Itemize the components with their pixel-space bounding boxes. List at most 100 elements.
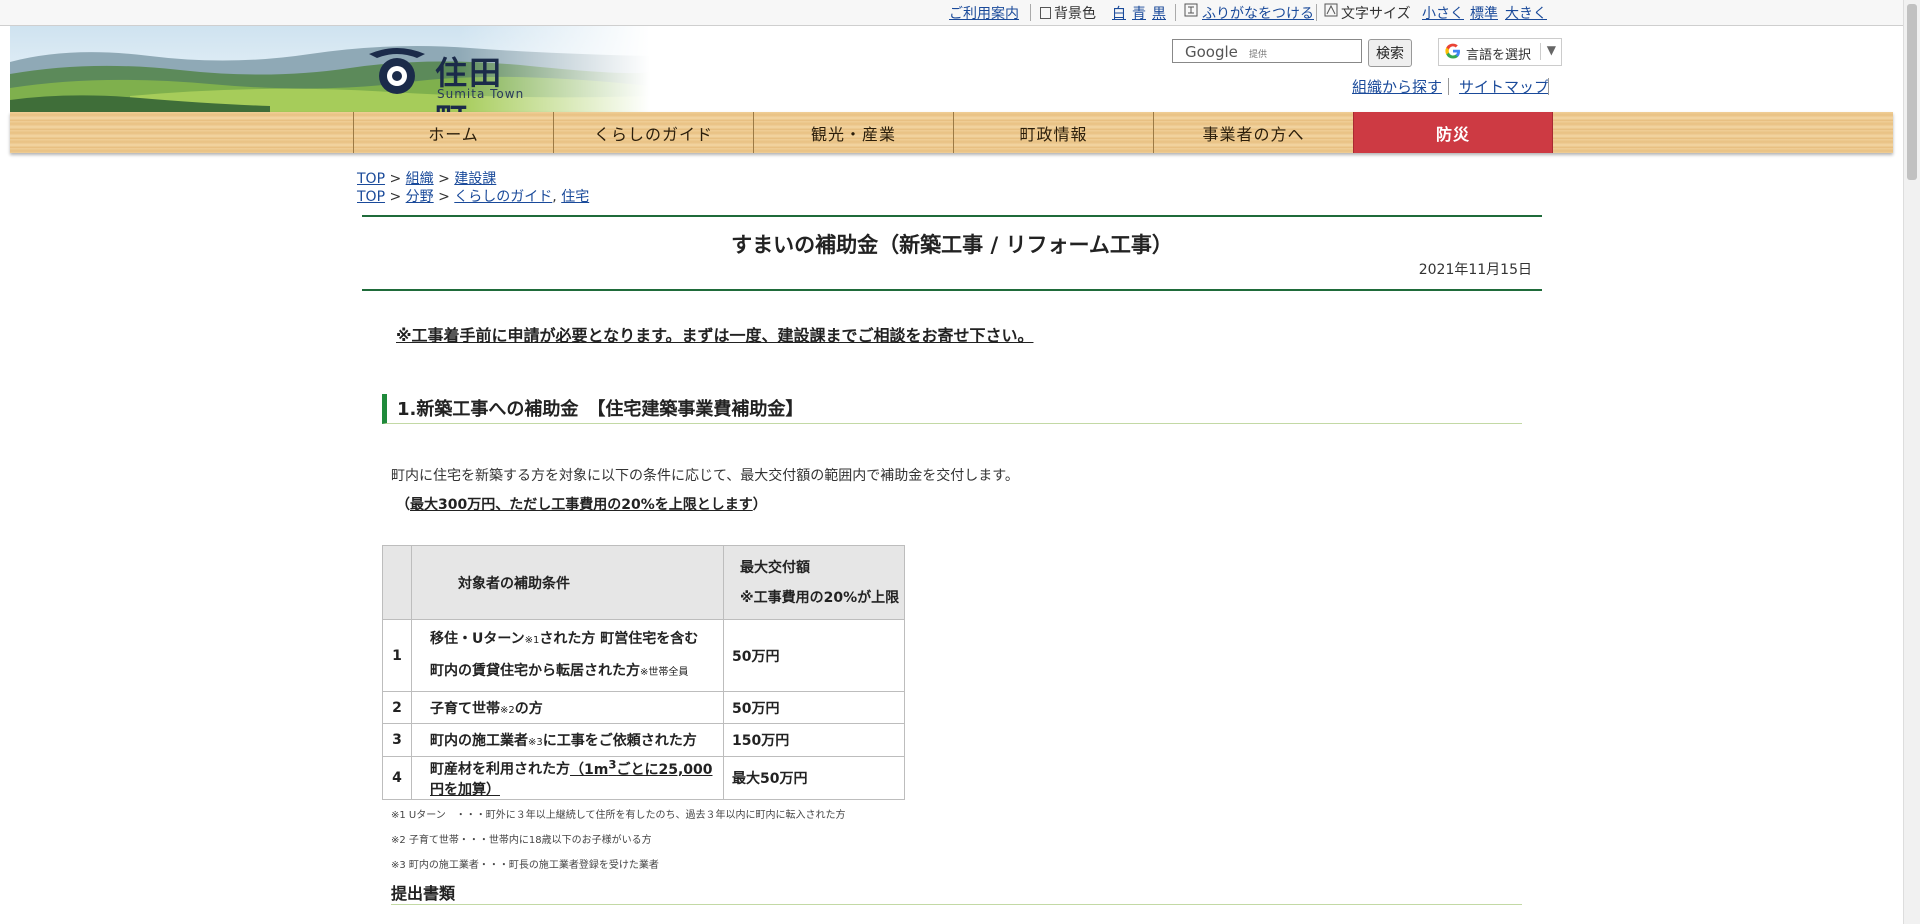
logo-subtext: Sumita Town <box>437 87 525 101</box>
page-scrollbar[interactable] <box>1903 0 1920 924</box>
breadcrumb-sep: > <box>433 189 455 205</box>
font-standard-link[interactable]: 標準 <box>1470 3 1498 23</box>
search-brand: Google <box>1185 43 1238 61</box>
condition-text: 町内の賃貸住宅から転居された方 <box>430 662 640 679</box>
intro-text: 町内に住宅を新築する方を対象に以下の条件に応じて、最大交付額の範囲内で補助金を交… <box>391 468 1019 484</box>
breadcrumb-org[interactable]: 組織 <box>406 171 434 187</box>
row-amount: 150万円 <box>723 723 905 757</box>
table-header-condition: 対象者の補助条件 <box>411 545 724 620</box>
breadcrumb: TOP > 分野 > くらしのガイド, 住宅 <box>357 186 589 206</box>
max-amount-text: 最大300万円、ただし工事費用の20%を上限とします <box>410 497 753 513</box>
condition-note: ※3 <box>528 737 543 748</box>
title-top-rule <box>362 215 1542 217</box>
breadcrumb-housing[interactable]: 住宅 <box>561 189 589 205</box>
application-notice: ※工事着手前に申請が必要となります。まずは一度、建設課までご相談をお寄せ下さい。 <box>396 326 1034 345</box>
search-brand-sub: 提供 <box>1249 50 1268 60</box>
chevron-down-icon: ▼ <box>1546 43 1556 57</box>
town-emblem-icon <box>369 48 425 94</box>
bg-blue-link[interactable]: 青 <box>1132 3 1146 23</box>
divider <box>1030 4 1031 21</box>
breadcrumb: TOP > 組織 > 建設課 <box>357 168 496 188</box>
guide-link[interactable]: ご利用案内 <box>949 3 1019 23</box>
nav-business[interactable]: 事業者の方へ <box>1153 112 1353 153</box>
footnote: ※2 子育て世帯・・・世帯内に18歳以下のお子様がいる方 <box>391 835 652 846</box>
scrollbar-thumb[interactable] <box>1907 4 1917 180</box>
bg-color-icon <box>1040 7 1051 19</box>
row-condition: 移住・Uターン※1された方 町営住宅を含む 町内の賃貸住宅から転居された方※世帯… <box>411 619 724 692</box>
condition-note: ※世帯全員 <box>640 666 689 678</box>
section-heading: 提出書類 <box>391 878 1522 905</box>
max-amount-note: （最大300万円、ただし工事費用の20%を上限とします） <box>396 494 767 514</box>
breadcrumb-sep: > <box>433 171 455 187</box>
table-row: 2 子育て世帯※2の方 50万円 <box>382 691 905 724</box>
breadcrumb-construction-dept[interactable]: 建設課 <box>454 171 496 187</box>
footnote: ※3 町内の施工業者・・・町長の施工業者登録を受けた業者 <box>391 860 659 871</box>
global-nav: ホーム くらしのガイド 観光・産業 町政情報 事業者の方へ 防災 <box>353 112 1553 153</box>
breadcrumb-top[interactable]: TOP <box>357 171 385 187</box>
divider <box>1316 4 1317 21</box>
condition-note: ※2 <box>500 704 515 716</box>
sitemap-link[interactable]: サイトマップ <box>1459 76 1549 97</box>
font-size-label: 文字サイズ <box>1341 6 1411 22</box>
condition-text: に工事をご依頼された方 <box>542 733 697 749</box>
row-amount: 50万円 <box>723 619 905 692</box>
search-button[interactable]: 検索 <box>1368 39 1412 67</box>
bg-color-label: 背景色 <box>1040 3 1096 23</box>
nav-disaster-prevention[interactable]: 防災 <box>1353 112 1553 153</box>
row-number: 3 <box>382 723 412 757</box>
bg-color-text: 背景色 <box>1054 6 1096 22</box>
divider <box>1448 78 1449 95</box>
row-number: 4 <box>382 756 412 800</box>
breadcrumb-living-guide[interactable]: くらしのガイド <box>454 189 552 205</box>
section-heading: 1.新築工事への補助金 【住宅建築事業費補助金】 <box>382 394 1522 424</box>
furigana-link[interactable]: ふりがなをつける <box>1202 3 1314 23</box>
table-header-num <box>382 545 412 620</box>
table-row: 3 町内の施工業者※3に工事をご依頼された方 150万円 <box>382 723 905 757</box>
page-title: すまいの補助金（新築工事 / リフォーム工事） <box>731 233 1173 257</box>
paren-open: （ <box>396 497 410 513</box>
condition-text: 町産材を利用された方 <box>430 761 570 778</box>
row-number: 2 <box>382 691 412 724</box>
paren-close: ） <box>752 497 767 513</box>
row-condition: 子育て世帯※2の方 <box>411 691 724 724</box>
condition-text: 移住・Uターン <box>430 630 525 647</box>
nav-town-government[interactable]: 町政情報 <box>953 112 1153 153</box>
site-logo[interactable]: 住田町 Sumita Town <box>365 42 535 138</box>
font-large-link[interactable]: 大きく <box>1505 3 1547 23</box>
utility-bar: ご利用案内 背景色 白 青 黒 ふりがなをつける 文字サイズ 小さく 標準 大き… <box>0 0 1910 26</box>
landscape-banner <box>10 26 650 112</box>
table-header-row: 対象者の補助条件 最大交付額 ※工事費用の20%が上限 <box>382 545 905 620</box>
font-small-link[interactable]: 小さく <box>1422 3 1464 23</box>
breadcrumb-sep: > <box>385 189 406 205</box>
breadcrumb-field[interactable]: 分野 <box>406 189 434 205</box>
condition-text: された方 町営住宅を含む <box>539 630 699 647</box>
amount-header-line2: ※工事費用の20%が上限 <box>740 589 900 606</box>
language-select[interactable]: 言語を選択 ▼ <box>1438 38 1562 66</box>
row-number: 1 <box>382 619 412 692</box>
publish-date: 2021年11月15日 <box>1418 262 1532 278</box>
row-condition: 町産材を利用された方（1m3ごとに25,000円を加算） <box>411 756 724 800</box>
condition-text: の方 <box>514 700 543 717</box>
table-row: 1 移住・Uターン※1された方 町営住宅を含む 町内の賃貸住宅から転居された方※… <box>382 619 905 692</box>
language-select-label: 言語を選択 <box>1466 48 1532 63</box>
footnote: ※1 Uターン ・・・町外に３年以上継続して住所を有したのち、過去３年以内に町内… <box>391 810 846 821</box>
nav-home[interactable]: ホーム <box>353 112 553 153</box>
condition-extra: （1m <box>570 761 609 778</box>
divider <box>1540 43 1541 60</box>
bg-white-link[interactable]: 白 <box>1112 3 1126 23</box>
breadcrumb-comma: , <box>552 189 562 205</box>
search-input[interactable]: Google 提供 <box>1172 39 1362 63</box>
section-heading-text: 提出書類 <box>391 884 456 903</box>
nav-tourism-industry[interactable]: 観光・産業 <box>753 112 953 153</box>
condition-text: 子育て世帯 <box>430 700 500 717</box>
condition-note: ※1 <box>524 634 540 646</box>
amount-header-line1: 最大交付額 <box>740 559 810 576</box>
bg-black-link[interactable]: 黒 <box>1152 3 1166 23</box>
row-condition: 町内の施工業者※3に工事をご依頼された方 <box>411 723 724 757</box>
breadcrumb-top[interactable]: TOP <box>357 189 385 205</box>
find-by-org-link[interactable]: 組織から探す <box>1352 76 1442 97</box>
table-row: 4 町産材を利用された方（1m3ごとに25,000円を加算） 最大50万円 <box>382 756 905 800</box>
row-amount: 最大50万円 <box>723 756 905 800</box>
divider <box>1175 4 1176 21</box>
nav-living-guide[interactable]: くらしのガイド <box>553 112 753 153</box>
